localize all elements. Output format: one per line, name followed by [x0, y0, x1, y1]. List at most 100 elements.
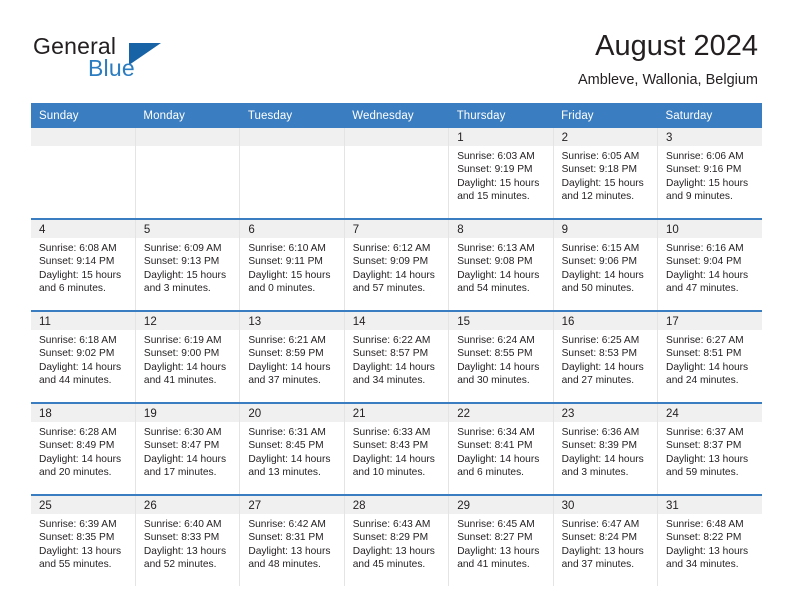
calendar-day-cell[interactable]: 10 Sunrise: 6:16 AM Sunset: 9:04 PM Dayligh… [657, 218, 762, 311]
sunrise-text: Sunrise: 6:45 AM [457, 519, 535, 530]
calendar-day-cell[interactable]: 21 Sunrise: 6:33 AM Sunset: 8:43 PM Dayligh… [344, 402, 450, 495]
daylight-text-line2: and 9 minutes. [666, 191, 733, 203]
sunrise-text: Sunrise: 6:30 AM [143, 427, 222, 438]
calendar-day-cell[interactable]: 23 Sunrise: 6:36 AM Sunset: 8:39 PM Dayligh… [553, 402, 659, 495]
sunrise-text: Sunrise: 6:31 AM [248, 427, 326, 438]
day-number: 6 [240, 220, 344, 238]
daylight-text-line1: Daylight: 14 hours [457, 269, 540, 281]
daylight-text-line2: and 59 minutes. [666, 467, 739, 479]
calendar-day-cell[interactable]: 14 Sunrise: 6:22 AM Sunset: 8:57 PM Dayligh… [344, 310, 450, 403]
daylight-text-line1: Daylight: 15 hours [561, 177, 644, 189]
day-cell-inner: 2 Sunrise: 6:05 AM Sunset: 9:18 PM Daylight… [553, 128, 658, 218]
sunset-text: Sunset: 8:55 PM [457, 348, 533, 360]
day-cell-inner: 24 Sunrise: 6:37 AM Sunset: 8:37 PM Dayligh… [658, 404, 762, 494]
daylight-text-line2: and 6 minutes. [457, 467, 525, 479]
sunset-text: Sunset: 8:31 PM [248, 532, 324, 544]
day-details: Sunrise: 6:28 AM Sunset: 8:49 PM Daylight:… [31, 422, 135, 480]
calendar-day-cell[interactable]: 12 Sunrise: 6:19 AM Sunset: 9:00 PM Dayligh… [135, 310, 241, 403]
sunrise-text: Sunrise: 6:39 AM [39, 519, 117, 530]
daylight-text-line1: Daylight: 15 hours [666, 177, 749, 189]
day-details: Sunrise: 6:34 AM Sunset: 8:41 PM Daylight:… [449, 422, 552, 480]
daylight-text-line1: Daylight: 14 hours [561, 361, 644, 373]
daylight-text-line1: Daylight: 14 hours [352, 453, 435, 465]
calendar-day-cell[interactable]: 3 Sunrise: 6:06 AM Sunset: 9:16 PM Daylight… [657, 128, 762, 219]
calendar-page: General Blue August 2024 Ambleve, Wallon… [0, 0, 792, 612]
calendar-header-row: Sunday Monday Tuesday Wednesday Thursday… [31, 103, 762, 128]
calendar-day-cell[interactable]: 13 Sunrise: 6:21 AM Sunset: 8:59 PM Dayligh… [239, 310, 345, 403]
day-cell-inner: 11 Sunrise: 6:18 AM Sunset: 9:02 PM Dayligh… [31, 312, 135, 402]
weekday-header-monday: Monday [135, 103, 240, 128]
daylight-text-line1: Daylight: 14 hours [39, 453, 122, 465]
sunset-text: Sunset: 9:11 PM [248, 256, 323, 268]
day-cell-inner: 8 Sunrise: 6:13 AM Sunset: 9:08 PM Daylight… [449, 220, 553, 310]
daylight-text-line2: and 24 minutes. [666, 375, 739, 387]
calendar-day-cell[interactable]: 16 Sunrise: 6:25 AM Sunset: 8:53 PM Dayligh… [553, 310, 659, 403]
daylight-text-line2: and 17 minutes. [143, 467, 217, 479]
calendar-day-cell[interactable]: 25 Sunrise: 6:39 AM Sunset: 8:35 PM Dayligh… [31, 494, 136, 586]
day-details: Sunrise: 6:08 AM Sunset: 9:14 PM Daylight:… [31, 238, 135, 296]
calendar-day-cell[interactable]: 7 Sunrise: 6:12 AM Sunset: 9:09 PM Daylight… [344, 218, 450, 311]
day-number: 24 [658, 404, 762, 422]
daylight-text-line2: and 50 minutes. [561, 283, 635, 295]
sunset-text: Sunset: 9:08 PM [457, 256, 533, 268]
daylight-text-line1: Daylight: 13 hours [39, 545, 122, 557]
calendar-day-cell[interactable]: 11 Sunrise: 6:18 AM Sunset: 9:02 PM Dayligh… [31, 310, 136, 403]
day-details: Sunrise: 6:15 AM Sunset: 9:06 PM Daylight:… [554, 238, 657, 296]
calendar-day-cell[interactable]: 2 Sunrise: 6:05 AM Sunset: 9:18 PM Daylight… [553, 128, 659, 219]
calendar-day-cell[interactable]: 20 Sunrise: 6:31 AM Sunset: 8:45 PM Dayligh… [239, 402, 345, 495]
day-number: 22 [449, 404, 553, 422]
brand-logo: General Blue [33, 33, 263, 89]
sunset-text: Sunset: 9:14 PM [39, 256, 115, 268]
sunrise-text: Sunrise: 6:19 AM [143, 335, 222, 346]
day-cell-inner: 17 Sunrise: 6:27 AM Sunset: 8:51 PM Dayligh… [658, 312, 762, 402]
day-details: Sunrise: 6:06 AM Sunset: 9:16 PM Daylight:… [658, 146, 762, 204]
day-number: 5 [135, 220, 240, 238]
calendar-day-cell[interactable]: 30 Sunrise: 6:47 AM Sunset: 8:24 PM Dayligh… [553, 494, 659, 586]
day-number: 27 [240, 496, 344, 514]
calendar-day-cell[interactable]: 27 Sunrise: 6:42 AM Sunset: 8:31 PM Dayligh… [239, 494, 345, 586]
daylight-text-line1: Daylight: 14 hours [39, 361, 122, 373]
daylight-text-line2: and 0 minutes. [248, 283, 316, 295]
daylight-text-line2: and 34 minutes. [352, 375, 426, 387]
calendar-day-cell[interactable]: 15 Sunrise: 6:24 AM Sunset: 8:55 PM Dayligh… [448, 310, 554, 403]
daylight-text-line1: Daylight: 14 hours [561, 269, 644, 281]
daylight-text-line1: Daylight: 14 hours [457, 453, 540, 465]
day-details: Sunrise: 6:13 AM Sunset: 9:08 PM Daylight:… [449, 238, 552, 296]
sunset-text: Sunset: 9:13 PM [143, 256, 220, 268]
sunrise-text: Sunrise: 6:10 AM [248, 243, 326, 254]
calendar-day-cell[interactable]: 6 Sunrise: 6:10 AM Sunset: 9:11 PM Daylight… [239, 218, 345, 311]
day-number: 11 [31, 312, 135, 330]
calendar-day-cell[interactable]: 4 Sunrise: 6:08 AM Sunset: 9:14 PM Daylight… [31, 218, 136, 311]
calendar-day-cell[interactable]: 29 Sunrise: 6:45 AM Sunset: 8:27 PM Dayligh… [448, 494, 554, 586]
daylight-text-line1: Daylight: 15 hours [457, 177, 540, 189]
day-number: 10 [658, 220, 762, 238]
sunrise-text: Sunrise: 6:22 AM [352, 335, 431, 346]
calendar-day-cell[interactable]: 17 Sunrise: 6:27 AM Sunset: 8:51 PM Dayligh… [657, 310, 762, 403]
calendar-week-row: 25 Sunrise: 6:39 AM Sunset: 8:35 PM Dayligh… [31, 494, 762, 586]
day-details: Sunrise: 6:33 AM Sunset: 8:43 PM Daylight:… [345, 422, 448, 480]
calendar-day-cell[interactable]: 8 Sunrise: 6:13 AM Sunset: 9:08 PM Daylight… [448, 218, 554, 311]
calendar-day-cell[interactable]: 5 Sunrise: 6:09 AM Sunset: 9:13 PM Daylight… [135, 218, 241, 311]
day-cell-inner: 3 Sunrise: 6:06 AM Sunset: 9:16 PM Daylight… [658, 128, 762, 218]
day-number: 31 [658, 496, 762, 514]
calendar-day-cell[interactable]: 9 Sunrise: 6:15 AM Sunset: 9:06 PM Daylight… [553, 218, 659, 311]
sunrise-text: Sunrise: 6:27 AM [666, 335, 744, 346]
calendar-day-cell[interactable]: 24 Sunrise: 6:37 AM Sunset: 8:37 PM Dayligh… [657, 402, 762, 495]
sunrise-text: Sunrise: 6:37 AM [666, 427, 744, 438]
day-number: 8 [449, 220, 553, 238]
calendar-day-cell[interactable]: 26 Sunrise: 6:40 AM Sunset: 8:33 PM Dayligh… [135, 494, 241, 586]
day-number: 23 [553, 404, 658, 422]
calendar-day-cell[interactable]: 19 Sunrise: 6:30 AM Sunset: 8:47 PM Dayligh… [135, 402, 241, 495]
calendar-day-cell[interactable]: 31 Sunrise: 6:48 AM Sunset: 8:22 PM Dayligh… [657, 494, 762, 586]
daylight-text-line2: and 55 minutes. [39, 559, 112, 571]
day-number: 15 [449, 312, 553, 330]
day-number: 19 [135, 404, 240, 422]
sunrise-text: Sunrise: 6:28 AM [39, 427, 117, 438]
calendar-day-cell[interactable]: 18 Sunrise: 6:28 AM Sunset: 8:49 PM Dayligh… [31, 402, 136, 495]
calendar-day-cell[interactable]: 22 Sunrise: 6:34 AM Sunset: 8:41 PM Dayligh… [448, 402, 554, 495]
daylight-text-line2: and 41 minutes. [143, 375, 217, 387]
calendar-week-row: 18 Sunrise: 6:28 AM Sunset: 8:49 PM Dayligh… [31, 402, 762, 495]
day-number: 2 [553, 128, 658, 146]
calendar-day-cell[interactable]: 1 Sunrise: 6:03 AM Sunset: 9:19 PM Daylight… [448, 128, 554, 219]
calendar-day-cell[interactable]: 28 Sunrise: 6:43 AM Sunset: 8:29 PM Dayligh… [344, 494, 450, 586]
